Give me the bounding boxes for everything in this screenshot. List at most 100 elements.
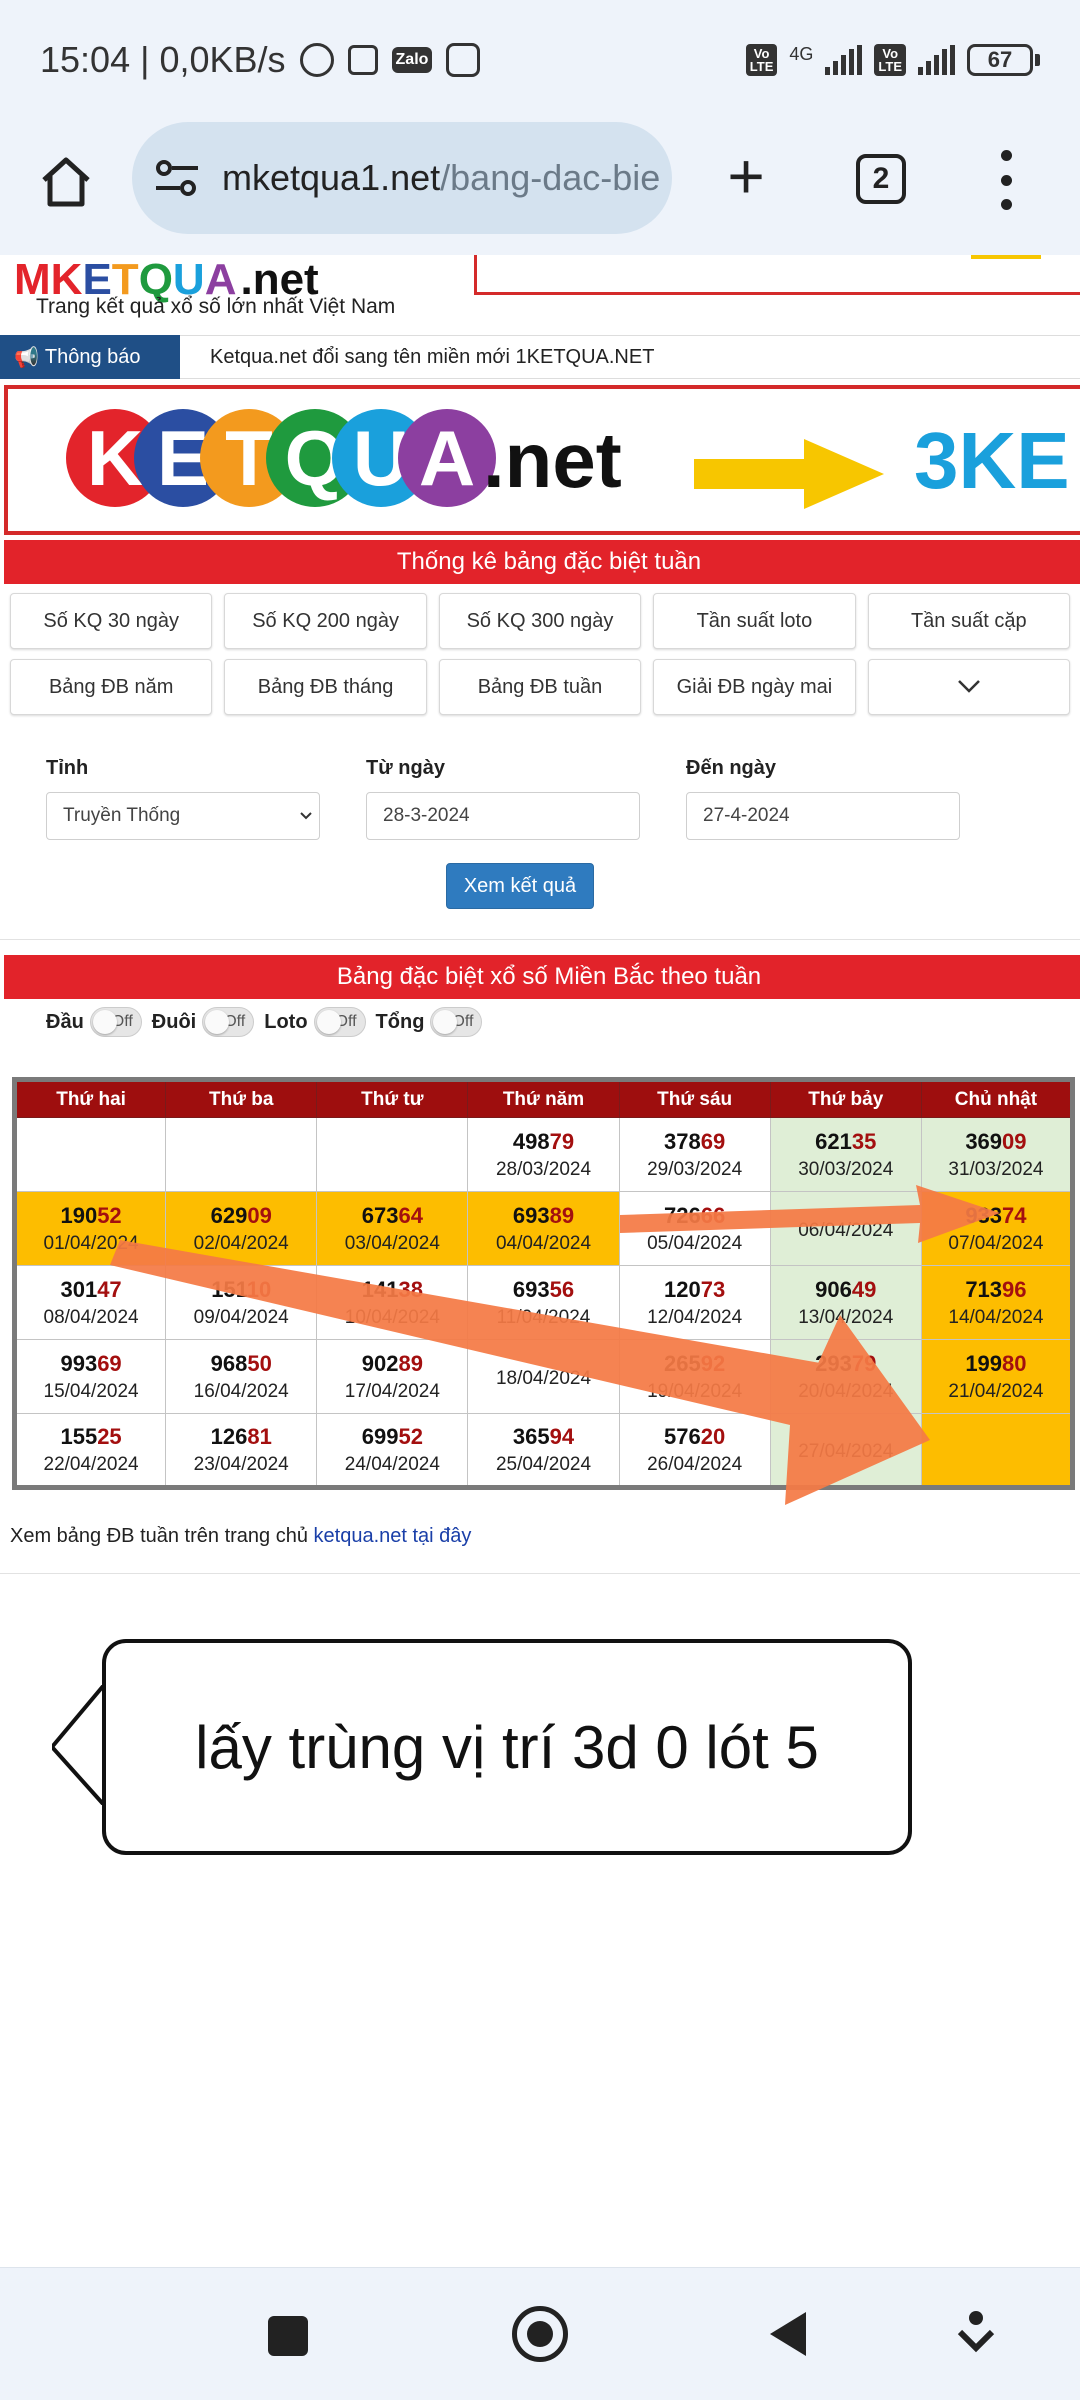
table-cell: 93374 07/04/2024: [920, 1191, 1074, 1266]
prize-number: 67364: [361, 1202, 423, 1228]
table-cell: 26592 19/04/2024: [618, 1339, 771, 1414]
prize-date: 27/04/2024: [798, 1440, 894, 1462]
network-type: 4G: [789, 44, 814, 64]
btn-so-kq-30[interactable]: Số KQ 30 ngày: [10, 593, 213, 649]
toggle-row: Đầu Off Đuôi Off Loto Off Tổng Off: [46, 1007, 486, 1037]
web-page: M K E T Q U A .net Trang kết quả xổ số lớn nhất…: [0, 255, 1080, 2267]
zalo-icon: Zalo: [391, 47, 433, 73]
prize-date: 30/03/2024: [798, 1158, 894, 1180]
nfc-icon: [347, 45, 378, 75]
table-cell: 12073 12/04/2024: [618, 1265, 771, 1340]
home-icon[interactable]: [36, 152, 96, 212]
alarm-icon: [299, 43, 334, 77]
url-text[interactable]: mketqua1.net/bang-dac-bie: [222, 157, 660, 199]
prize-date: 02/04/2024: [193, 1232, 289, 1254]
site-tagline: Trang kết quả xổ số lớn nhất Việt Nam: [36, 295, 396, 318]
prize-date: 31/03/2024: [948, 1158, 1044, 1180]
table-cell: 12681 23/04/2024: [165, 1413, 318, 1488]
prize-number: 15110: [211, 1276, 272, 1302]
system-nav-bar: [0, 2267, 1080, 2400]
den-ngay-input[interactable]: 27-4-2024: [686, 792, 960, 840]
btn-so-kq-200[interactable]: Số KQ 200 ngày: [224, 593, 427, 649]
table-cell: 36594 25/04/2024: [467, 1413, 620, 1488]
prize-number: 36909: [965, 1128, 1027, 1154]
prize-number: 36594: [512, 1423, 575, 1449]
table-cell: 57620 26/04/2024: [618, 1413, 771, 1488]
table-cell: 67364 03/04/2024: [316, 1191, 469, 1266]
footer-link[interactable]: ketqua.net tại đây: [314, 1525, 472, 1547]
status-time: 15:04 | 0,0KB/s: [40, 39, 286, 80]
special-prize-table: Thứ hai Thứ ba Thứ tư Thứ năm Thứ sáu Th…: [12, 1077, 1075, 1490]
table-cell: [13, 1117, 167, 1192]
btn-tan-suat-loto[interactable]: Tần suất loto: [653, 593, 856, 649]
btn-bang-db-tuan[interactable]: Bảng ĐB tuần: [438, 659, 642, 715]
toggle-loto[interactable]: Off: [313, 1007, 366, 1037]
prize-number: 93374: [965, 1202, 1027, 1228]
xem-ket-qua-button[interactable]: Xem kết quả: [446, 863, 594, 909]
signal-icon-2: [918, 45, 955, 75]
prize-date: 25/04/2024: [495, 1453, 592, 1475]
hide-keyboard-icon[interactable]: [956, 2310, 996, 2354]
prize-date: 23/04/2024: [193, 1453, 289, 1475]
tu-ngay-input[interactable]: 28-3-2024: [366, 792, 640, 840]
table-cell: [165, 1117, 318, 1192]
col-thu-hai: Thứ hai: [13, 1079, 167, 1118]
site-settings-icon[interactable]: [154, 158, 200, 198]
tinh-label: Tỉnh: [46, 757, 89, 779]
btn-giai-db-ngay-mai[interactable]: Giải ĐB ngày mai: [653, 659, 856, 715]
home-nav-icon[interactable]: [512, 2306, 568, 2362]
stats-nav-grid: Số KQ 30 ngày Số KQ 200 ngày Số KQ 300 n…: [10, 593, 1070, 715]
table-cell: 19052 01/04/2024: [13, 1191, 167, 1266]
expand-more-button[interactable]: [867, 659, 1070, 715]
back-icon[interactable]: [770, 2312, 806, 2356]
prize-date: 19/04/2024: [647, 1380, 743, 1402]
table-cell: 29379 20/04/2024: [769, 1339, 922, 1414]
table-cell: [920, 1413, 1074, 1488]
recents-icon[interactable]: [268, 2316, 308, 2356]
status-bar: 15:04 | 0,0KB/s Zalo Vo LTE 4G Vo LTE 67: [0, 0, 1080, 120]
address-bar[interactable]: mketqua1.net/bang-dac-bie: [132, 122, 672, 234]
toggle-loto-label: Loto: [264, 1010, 308, 1033]
prize-number: 26592: [664, 1350, 726, 1376]
table-cell: 36909 31/03/2024: [920, 1117, 1074, 1192]
prize-date: 05/04/2024: [647, 1232, 743, 1254]
btn-bang-db-thang[interactable]: Bảng ĐB tháng: [224, 659, 427, 715]
notice-text[interactable]: Ketqua.net đổi sang tên miền mới 1KETQUA…: [210, 346, 654, 369]
volte-icon-2: Vo LTE: [874, 44, 906, 76]
toggle-duoi[interactable]: Off: [202, 1007, 255, 1037]
table-cell: [316, 1117, 469, 1192]
prize-date: 22/04/2024: [43, 1453, 139, 1475]
btn-so-kq-300[interactable]: Số KQ 300 ngày: [438, 593, 642, 649]
table-cell: 14138 10/04/2024: [316, 1265, 469, 1340]
tinh-value: Truyền Thống: [63, 805, 181, 826]
col-thu-ba: Thứ ba: [165, 1079, 318, 1118]
prize-date: 12/04/2024: [647, 1306, 743, 1328]
battery-level: 67: [967, 44, 1033, 76]
table-cell: 37869 29/03/2024: [618, 1117, 771, 1192]
toggle-dau-label: Đầu: [46, 1010, 84, 1033]
prize-number: 72666: [664, 1202, 726, 1228]
new-tab-button[interactable]: +: [716, 144, 776, 208]
toggle-dau[interactable]: Off: [89, 1007, 142, 1037]
table-row: 99369 15/04/2024 96850 16/04/2024 90289 17/04…: [13, 1339, 1074, 1414]
banner-top-partial[interactable]: [474, 255, 1080, 295]
btn-bang-db-nam[interactable]: Bảng ĐB năm: [10, 659, 213, 715]
btn-tan-suat-cap[interactable]: Tần suất cặp: [867, 593, 1070, 649]
more-menu-icon[interactable]: [996, 150, 1016, 210]
tab-switcher-button[interactable]: 2: [856, 154, 906, 204]
prize-number: 57620: [664, 1423, 726, 1449]
table-cell: 72666 05/04/2024: [618, 1191, 771, 1266]
prize-date: 06/04/2024: [798, 1219, 894, 1241]
volte-icon: Vo LTE: [745, 44, 778, 76]
prize-number: 96850: [210, 1350, 272, 1376]
prize-number: 69389: [512, 1202, 575, 1228]
ketqua-banner[interactable]: K E T Q U A .net 3KE: [4, 385, 1080, 535]
url-path: /bang-dac-bie: [440, 157, 661, 198]
toggle-tong[interactable]: Off: [430, 1007, 483, 1037]
table-cell: 49879 28/03/2024: [467, 1117, 620, 1192]
prize-date: 03/04/2024: [344, 1232, 440, 1254]
prize-number: 99369: [60, 1350, 122, 1376]
prize-date: 15/04/2024: [43, 1380, 139, 1402]
tinh-select[interactable]: Truyền Thống: [46, 792, 320, 840]
banner-3ke: 3KE: [914, 416, 1070, 505]
